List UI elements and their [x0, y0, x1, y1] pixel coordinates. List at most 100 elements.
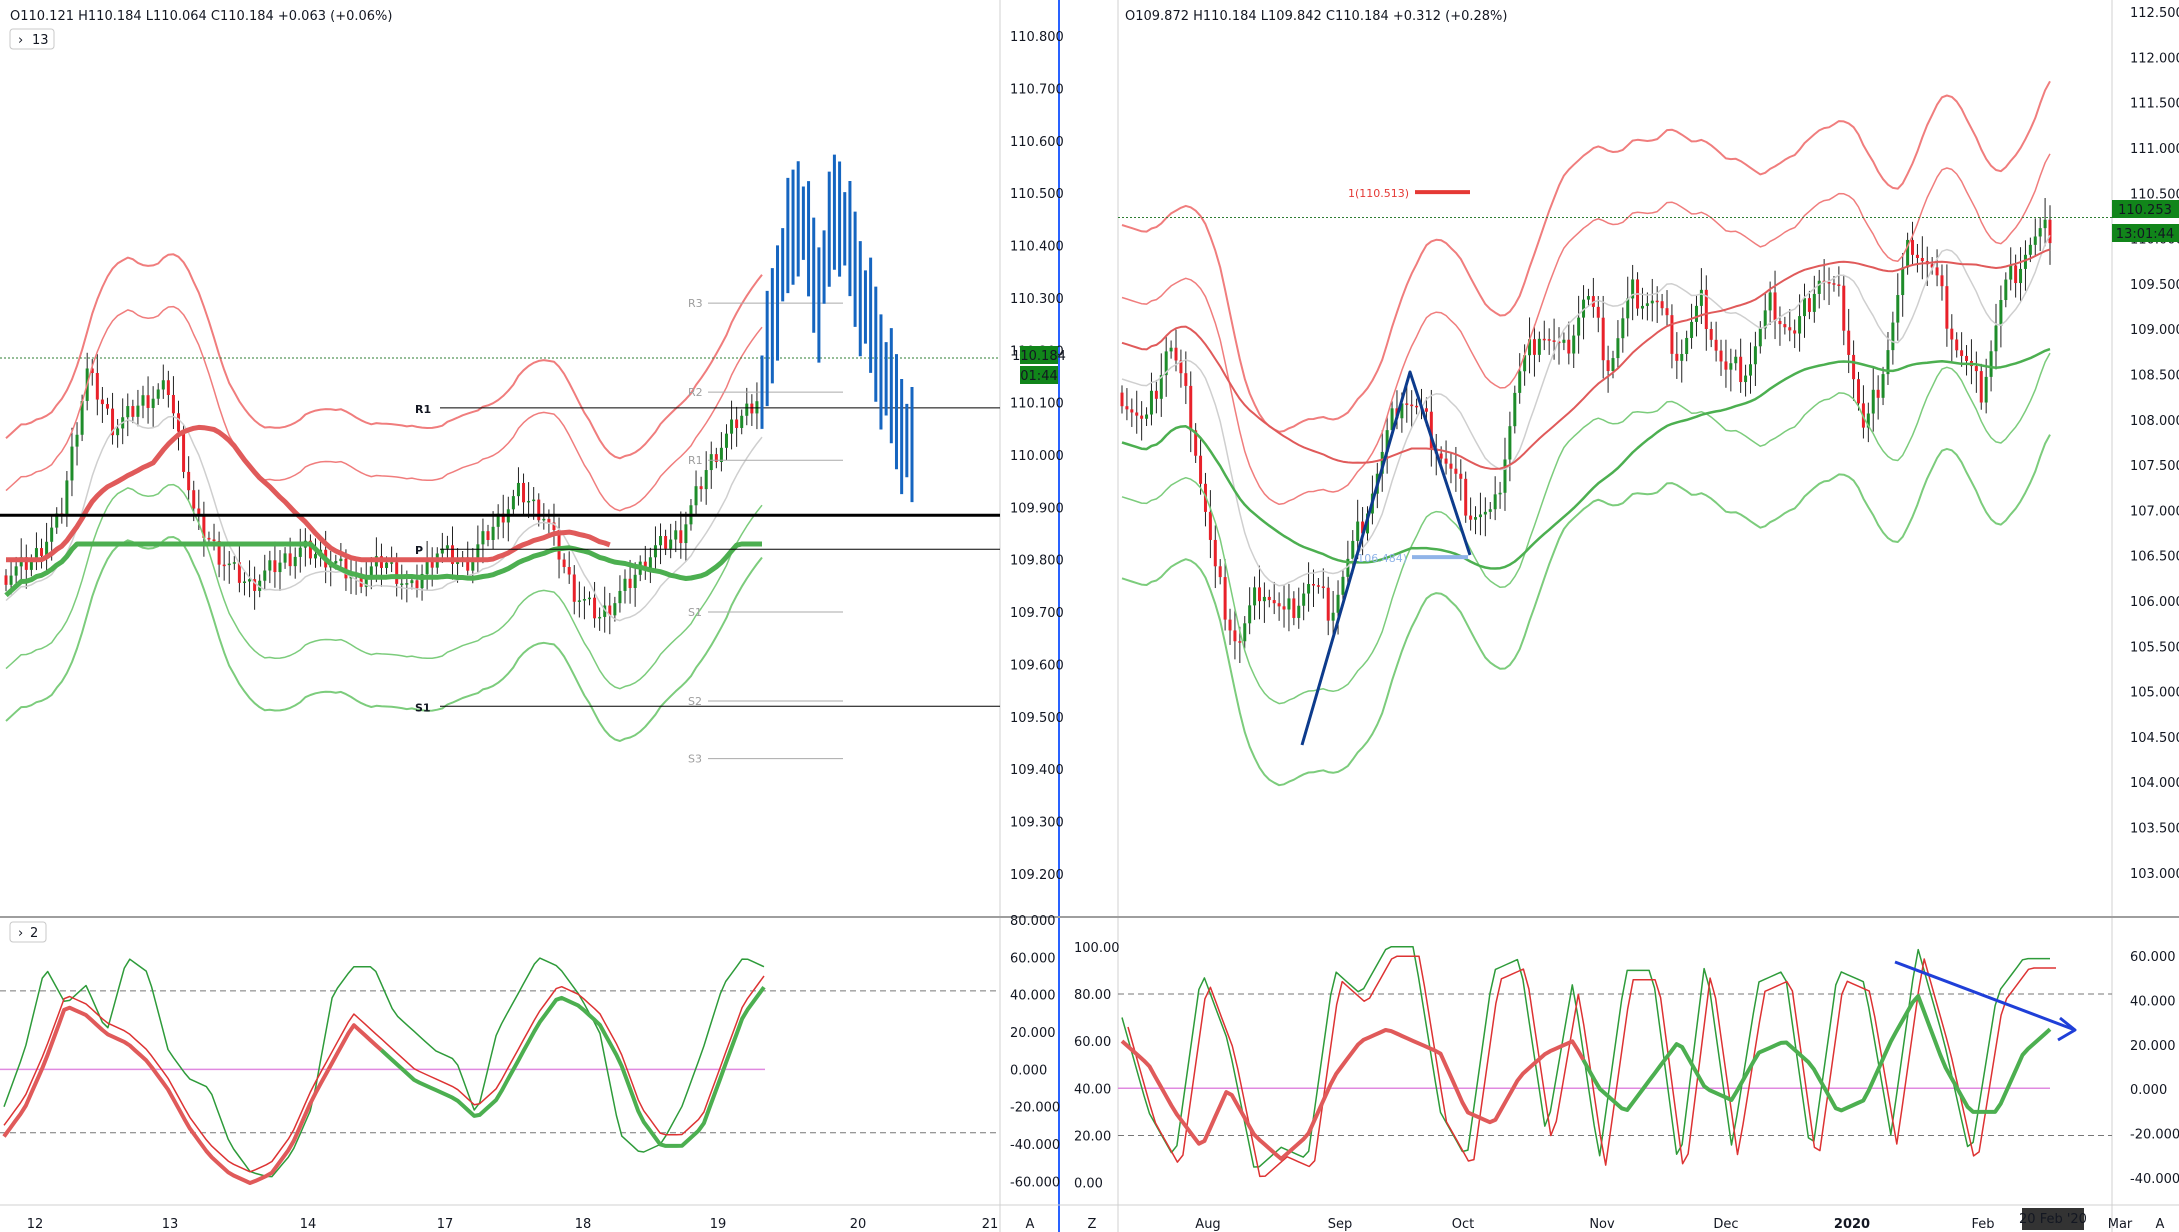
candle-body — [385, 562, 389, 568]
y-tick-label: 107.000 — [2130, 504, 2179, 519]
candle-body — [1685, 337, 1689, 354]
candle-body — [40, 548, 44, 556]
candle-body — [126, 406, 130, 418]
candle-body — [1901, 267, 1905, 296]
left-collapse-count: 13 — [32, 33, 49, 48]
y-tick-label: 110.700 — [1010, 83, 1064, 98]
candle-body — [1675, 353, 1679, 361]
candle-body — [1493, 494, 1497, 510]
candle-body — [1233, 630, 1237, 642]
candle-body — [1788, 327, 1792, 331]
candle-body — [664, 536, 668, 549]
candle-body — [1326, 587, 1330, 621]
left-osc-collapse-button[interactable]: › 2 — [9, 921, 47, 943]
pivot-s1-label: S1 — [415, 701, 431, 714]
candle-body — [1596, 306, 1600, 318]
candle-body — [207, 537, 211, 540]
right-ohlc-readout: O109.872 H110.184 L109.842 C110.184 +0.3… — [1125, 9, 1507, 24]
candle-body — [212, 539, 216, 542]
candle-body — [730, 419, 734, 434]
candle-body — [1857, 379, 1861, 404]
osc-y-tick-label: -40.000 — [1010, 1138, 1060, 1153]
candle-body — [171, 394, 175, 414]
candle-body — [572, 574, 576, 602]
y-tick-label: 110.800 — [1010, 30, 1064, 45]
y-tick-label: 106.500 — [2130, 550, 2179, 565]
candle-body — [1537, 338, 1541, 355]
candle-body — [582, 599, 586, 601]
candle-body — [1655, 300, 1659, 303]
candle-body — [1302, 593, 1306, 606]
candle-body — [1120, 392, 1124, 407]
target-level-label: 1(110.513) — [1348, 187, 1409, 200]
candle-body — [522, 482, 526, 503]
osc-y-tick-label: 60.000 — [1010, 951, 1056, 966]
candle-body — [1257, 587, 1261, 602]
candle-body — [1690, 321, 1694, 338]
candle-body — [1140, 415, 1144, 419]
projected-pivot-label: S2 — [688, 695, 702, 708]
pivot-r1-label: R1 — [415, 403, 431, 416]
candle-body — [227, 563, 231, 566]
candle-body — [577, 600, 581, 602]
candle-body — [1601, 317, 1605, 361]
candle-body — [2004, 279, 2008, 301]
candle-body — [141, 395, 145, 406]
candle-body — [1744, 375, 1748, 383]
trading-chart-layout[interactable]: O110.121 H110.184 L110.064 C110.184 +0.0… — [0, 0, 2179, 1232]
candle-body — [1267, 596, 1271, 601]
candle-body — [2043, 219, 2047, 229]
candle-body — [136, 405, 140, 417]
osc-y-tick-label-right: 20.000 — [2130, 1039, 2176, 1054]
left-collapse-button[interactable]: › 13 — [9, 28, 55, 50]
candle-body — [222, 564, 226, 567]
candle-body — [2009, 265, 2013, 280]
candle-body — [1238, 641, 1242, 643]
candle-body — [2023, 254, 2027, 269]
candle-body — [1532, 339, 1536, 355]
candle-body — [674, 530, 678, 540]
candle-body — [278, 562, 282, 573]
candle-body — [1680, 353, 1684, 361]
candle-body — [1660, 301, 1664, 309]
candle-body — [618, 590, 622, 604]
candle-body — [1262, 596, 1266, 602]
x-tick-label: Mar — [2108, 1217, 2133, 1232]
y-tick-label: 109.000 — [2130, 323, 2179, 338]
candle-body — [1984, 376, 1988, 403]
candle-body — [1459, 473, 1463, 479]
candle-body — [1802, 298, 1806, 317]
candle-body — [1213, 539, 1217, 567]
y-tick-label: 106.000 — [2130, 595, 2179, 610]
y-tick-label: 103.500 — [2130, 822, 2179, 837]
candle-body — [1847, 330, 1851, 355]
candle-body — [1837, 284, 1841, 286]
candle-body — [476, 544, 480, 558]
candle-body — [1331, 612, 1335, 621]
osc-y-tick-label-left: 80.00 — [1074, 988, 1111, 1003]
candle-body — [1410, 404, 1414, 407]
y-tick-label: 103.000 — [2130, 867, 2179, 882]
candle-body — [1189, 385, 1193, 431]
y-tick-label: 105.000 — [2130, 686, 2179, 701]
candle-body — [1228, 619, 1232, 631]
candle-body — [1719, 350, 1723, 362]
candle-body — [2038, 228, 2042, 237]
candle-body — [1935, 267, 1939, 276]
candle-body — [1542, 338, 1546, 341]
candle-body — [1449, 463, 1453, 469]
y-tick-label: 108.000 — [2130, 414, 2179, 429]
candle-body — [1748, 364, 1752, 376]
candle-body — [314, 554, 318, 559]
candle-body — [1135, 412, 1139, 416]
candle-body — [1272, 600, 1276, 604]
candle-body — [1199, 455, 1203, 484]
chevron-right-icon: › — [18, 926, 23, 941]
candle-body — [273, 560, 277, 573]
candle-body — [1827, 282, 1831, 284]
osc-y-tick-label: 40.000 — [1010, 989, 1056, 1004]
candle-body — [177, 413, 181, 432]
y-tick-label: 104.000 — [2130, 776, 2179, 791]
candle-body — [1149, 390, 1153, 415]
candle-body — [491, 526, 495, 540]
